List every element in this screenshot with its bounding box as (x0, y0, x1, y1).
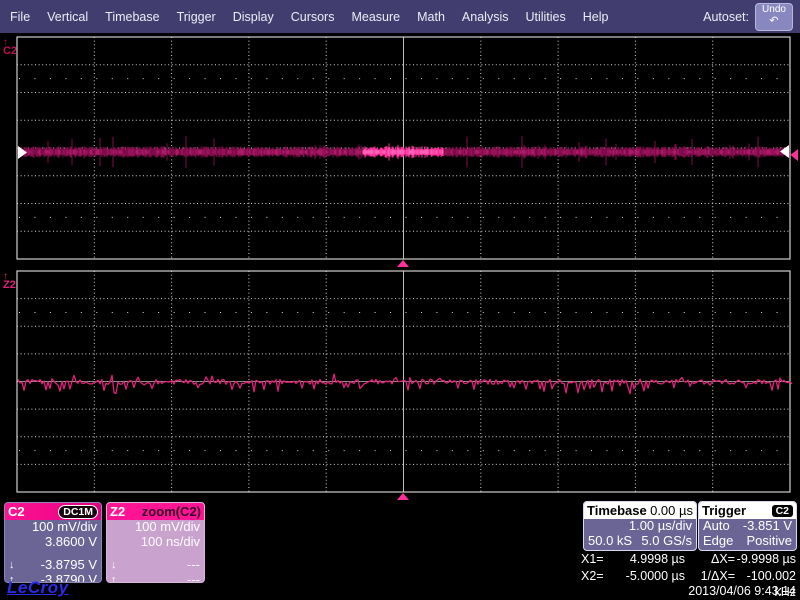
min-arrow-icon: ↓ (9, 558, 15, 573)
trigger-time-marker-bottom[interactable] (397, 493, 409, 500)
timebase-panel-header: Timebase 0.00 µs (584, 502, 696, 519)
timebase-title: Timebase (587, 503, 647, 518)
c2-vdiv-row: 100 mV/div (5, 520, 101, 535)
trigger-type-row: Edge Positive (699, 534, 796, 549)
z2-panel-title: Z2 (110, 504, 125, 519)
trigger-source-badge: C2 (772, 505, 793, 517)
z2-trace-label[interactable]: ↑ Z2 (3, 272, 19, 290)
trigger-title: Trigger (702, 503, 746, 518)
trigger-type: Edge (703, 534, 733, 549)
c2-label-text: C2 (3, 45, 17, 57)
x1-value: 4.9998 µs (613, 551, 685, 568)
min-arrow-icon: ↓ (111, 558, 117, 573)
c2-offset-value: 3.8600 V (45, 535, 97, 550)
z2-max-value: --- (187, 573, 200, 584)
oscilloscope-screen: FileVerticalTimebaseTriggerDisplayCursor… (0, 0, 800, 600)
datetime-display: 2013/04/06 9:43:14 (581, 584, 796, 598)
max-arrow-icon: ↑ (111, 573, 117, 584)
timebase-tdiv-row: 1.00 µs/div (584, 519, 696, 534)
c2-min-row: ↓ -3.8795 V (5, 558, 101, 573)
trigger-level: -3.851 V (743, 519, 792, 534)
dx-value: -9.9998 µs (735, 551, 796, 568)
timebase-rate: 5.0 GS/s (641, 534, 692, 549)
dx-label: ΔX= (685, 551, 735, 568)
timebase-samples: 50.0 kS (588, 534, 632, 549)
z2-panel-header: Z2 zoom(C2) (107, 503, 204, 520)
trigger-panel[interactable]: Trigger C2 Auto -3.851 V Edge Positive (698, 501, 797, 551)
timebase-sampling-row: 50.0 kS 5.0 GS/s (584, 534, 696, 549)
x1-label: X1= (581, 551, 613, 568)
z2-max-row: ↑ --- (107, 573, 204, 584)
timebase-delay: 0.00 µs (650, 503, 693, 518)
c2-offset-row: 3.8600 V (5, 535, 101, 550)
cursor-x1-marker[interactable] (780, 145, 789, 158)
z2-min-row: ↓ --- (107, 558, 204, 573)
trigger-slope: Positive (746, 534, 792, 549)
z2-label-text: Z2 (3, 279, 16, 291)
z2-tdiv-value: 100 ns/div (141, 535, 200, 550)
c2-panel-title: C2 (8, 504, 25, 519)
c2-panel-header: C2 DC1M (5, 503, 101, 520)
z2-vdiv-row: 100 mV/div (107, 520, 204, 535)
trigger-mode: Auto (703, 519, 730, 534)
c2-min-value: -3.8795 V (41, 558, 97, 573)
timebase-tdiv: 1.00 µs/div (629, 519, 692, 534)
z2-vdiv-value: 100 mV/div (135, 520, 200, 535)
timebase-panel[interactable]: Timebase 0.00 µs 1.00 µs/div 50.0 kS 5.0… (583, 501, 697, 551)
trigger-time-marker-top[interactable] (397, 260, 409, 267)
z2-descriptor-panel[interactable]: Z2 zoom(C2) 100 mV/div 100 ns/div ↓ --- … (106, 502, 205, 583)
c2-trace-label[interactable]: ↑ C2 (3, 38, 19, 56)
c2-descriptor-panel[interactable]: C2 DC1M 100 mV/div 3.8600 V ↓ -3.8795 V … (4, 502, 102, 583)
z2-tdiv-row: 100 ns/div (107, 535, 204, 550)
z2-source-label: zoom(C2) (142, 504, 201, 519)
trigger-mode-row: Auto -3.851 V (699, 519, 796, 534)
z2-trace (18, 374, 792, 394)
trigger-level-marker[interactable] (791, 149, 799, 161)
trigger-panel-header: Trigger C2 (699, 502, 796, 519)
c2-vdiv-value: 100 mV/div (32, 520, 97, 535)
z2-min-value: --- (187, 558, 200, 573)
c2-coupling-badge: DC1M (58, 505, 98, 519)
lecroy-logo: LeCroy (7, 578, 69, 598)
